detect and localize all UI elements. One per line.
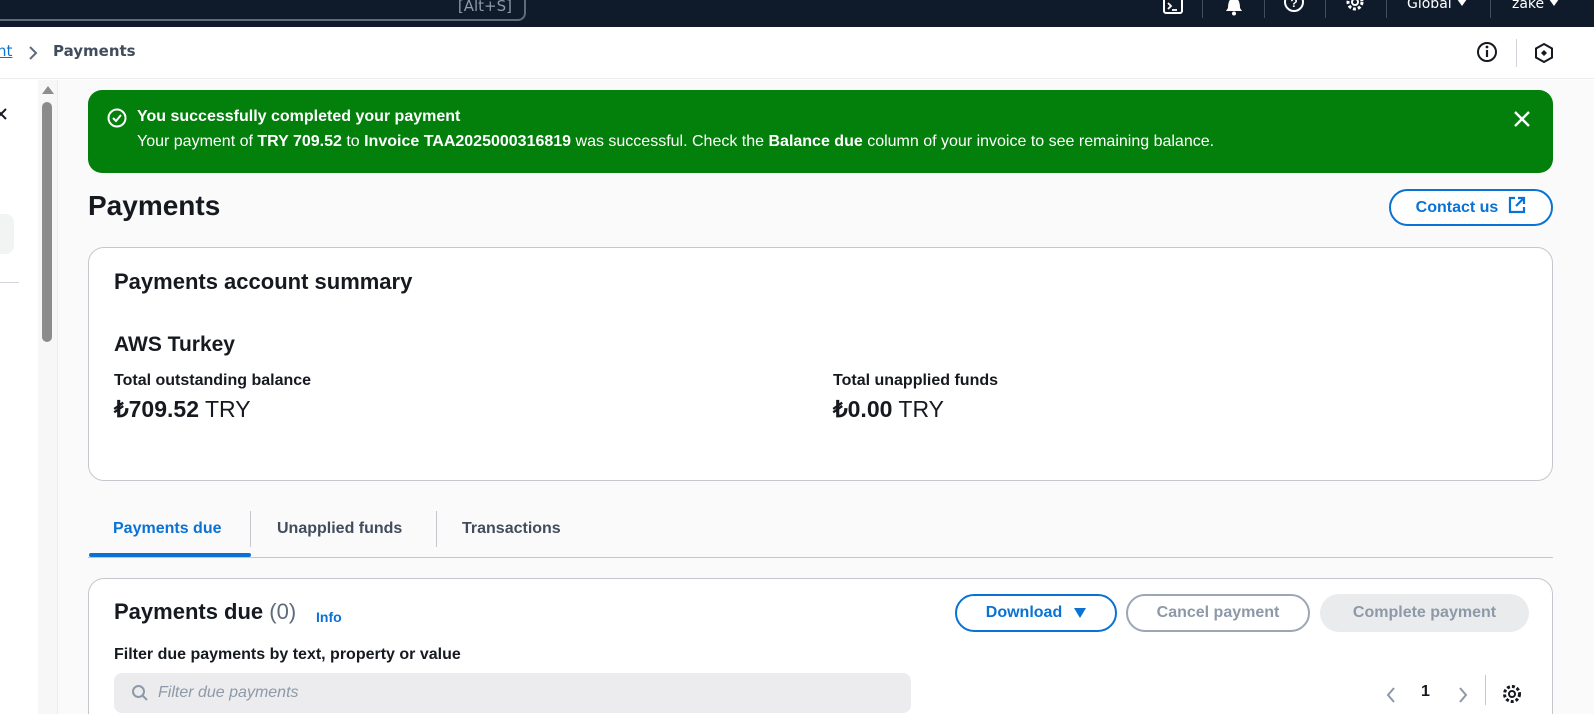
- cloudshell-icon[interactable]: [1162, 0, 1184, 17]
- complete-payment-button[interactable]: Complete payment: [1320, 594, 1529, 632]
- next-page-chevron-icon[interactable]: [1457, 686, 1469, 708]
- scroll-up-arrow-icon[interactable]: [42, 86, 54, 94]
- flash-msg-prefix: Your payment of: [137, 133, 258, 150]
- bell-icon[interactable]: [1223, 0, 1245, 17]
- nav-divider: [1386, 0, 1387, 18]
- caret-down-icon: [1074, 608, 1087, 618]
- unapplied-currency: TRY: [898, 396, 944, 422]
- unapplied-amount: ₺0.00: [833, 396, 893, 422]
- account-menu[interactable]: zake: [1512, 0, 1560, 12]
- download-button[interactable]: Download: [955, 594, 1117, 632]
- flash-msg-to: to: [341, 133, 365, 150]
- tab-divider: [250, 511, 251, 547]
- flash-amount: TRY 709.52: [257, 133, 342, 150]
- filter-due-payments-input[interactable]: [158, 679, 858, 707]
- success-flash-banner: You successfully completed your payment …: [88, 90, 1553, 173]
- flash-column-name: Balance due: [768, 133, 863, 150]
- nav-divider: [1490, 0, 1491, 18]
- outstanding-currency: TRY: [204, 396, 251, 422]
- main-content: You successfully completed your payment …: [58, 80, 1594, 714]
- user-label: zake: [1512, 0, 1545, 12]
- svg-text:?: ?: [1290, 0, 1297, 10]
- tab-unapplied-funds[interactable]: Unapplied funds: [277, 520, 402, 538]
- security-shield-icon[interactable]: [1533, 42, 1555, 68]
- tab-payments-due[interactable]: Payments due: [113, 520, 221, 538]
- info-link[interactable]: Info: [316, 609, 342, 625]
- nav-active-item[interactable]: [0, 214, 14, 254]
- summary-entity: AWS Turkey: [114, 333, 235, 356]
- global-search-input[interactable]: [Alt+S]: [0, 0, 526, 21]
- outstanding-balance-label: Total outstanding balance: [114, 372, 312, 389]
- payments-tabs: Payments due Unapplied funds Transaction…: [88, 508, 1553, 558]
- external-link-icon: [1508, 196, 1526, 219]
- table-preferences-gear-icon[interactable]: [1501, 683, 1523, 709]
- active-tab-indicator: [89, 553, 251, 557]
- filter-box: [114, 673, 911, 713]
- flash-msg-suffix: column of your invoice to see remaining …: [862, 133, 1215, 150]
- success-check-icon: [107, 108, 127, 132]
- nav-divider: [1202, 0, 1203, 18]
- search-shortcut-hint: [Alt+S]: [457, 0, 512, 15]
- scrollbar[interactable]: [38, 80, 58, 714]
- toolbar-divider: [1516, 39, 1517, 67]
- region-label: Global: [1407, 0, 1452, 12]
- flash-message: Your payment of TRY 709.52 to Invoice TA…: [137, 133, 1214, 151]
- chevron-right-icon: [28, 45, 38, 65]
- cancel-payment-button[interactable]: Cancel payment: [1126, 594, 1310, 632]
- payments-due-count: (0): [269, 599, 297, 624]
- search-icon: [131, 684, 149, 706]
- flash-title: You successfully completed your payment: [137, 108, 461, 125]
- top-navigation-bar: [Alt+S] ? Global zake: [0, 0, 1594, 27]
- close-navigation-icon[interactable]: [0, 107, 10, 127]
- payments-account-summary-card: Payments account summary AWS Turkey Tota…: [88, 247, 1553, 481]
- tab-transactions[interactable]: Transactions: [462, 520, 561, 538]
- filter-label: Filter due payments by text, property or…: [114, 646, 461, 663]
- nav-divider: [0, 282, 19, 283]
- breadcrumb-parent-link[interactable]: nt: [0, 42, 12, 60]
- region-selector[interactable]: Global: [1407, 0, 1467, 12]
- flash-invoice: Invoice TAA2025000316819: [364, 133, 572, 150]
- unapplied-funds-value: ₺0.00 TRY: [833, 396, 944, 423]
- side-navigation-rail: [0, 80, 20, 714]
- help-icon[interactable]: ?: [1283, 0, 1305, 17]
- breadcrumb-current: Payments: [53, 42, 136, 60]
- previous-page-chevron-icon[interactable]: [1385, 686, 1397, 708]
- breadcrumb: nt Payments: [0, 27, 1594, 79]
- dismiss-flash-close-icon[interactable]: [1512, 109, 1532, 133]
- contact-us-label: Contact us: [1415, 198, 1499, 216]
- payments-due-heading: Payments due (0): [114, 599, 296, 625]
- page-title: Payments: [88, 190, 221, 221]
- caret-down-icon: [1456, 0, 1467, 6]
- caret-down-icon: [1549, 0, 1560, 6]
- contact-us-button[interactable]: Contact us: [1389, 189, 1553, 226]
- settings-gear-icon[interactable]: [1344, 0, 1366, 17]
- download-label: Download: [985, 604, 1063, 621]
- current-page-number[interactable]: 1: [1421, 683, 1430, 701]
- tab-divider: [436, 511, 437, 547]
- nav-divider: [1325, 0, 1326, 18]
- payments-due-card: Payments due (0) Info Download Cancel pa…: [88, 578, 1553, 714]
- nav-divider: [1264, 0, 1265, 18]
- summary-heading: Payments account summary: [114, 269, 413, 294]
- info-icon[interactable]: [1476, 41, 1498, 67]
- payments-due-title: Payments due: [114, 599, 264, 624]
- scrollbar-thumb[interactable]: [42, 102, 52, 342]
- outstanding-amount: ₺709.52: [114, 396, 199, 422]
- flash-msg-middle: was successful. Check the: [571, 133, 769, 150]
- outstanding-balance-value: ₺709.52 TRY: [114, 396, 251, 423]
- unapplied-funds-label: Total unapplied funds: [833, 372, 999, 389]
- pager-divider: [1485, 675, 1486, 705]
